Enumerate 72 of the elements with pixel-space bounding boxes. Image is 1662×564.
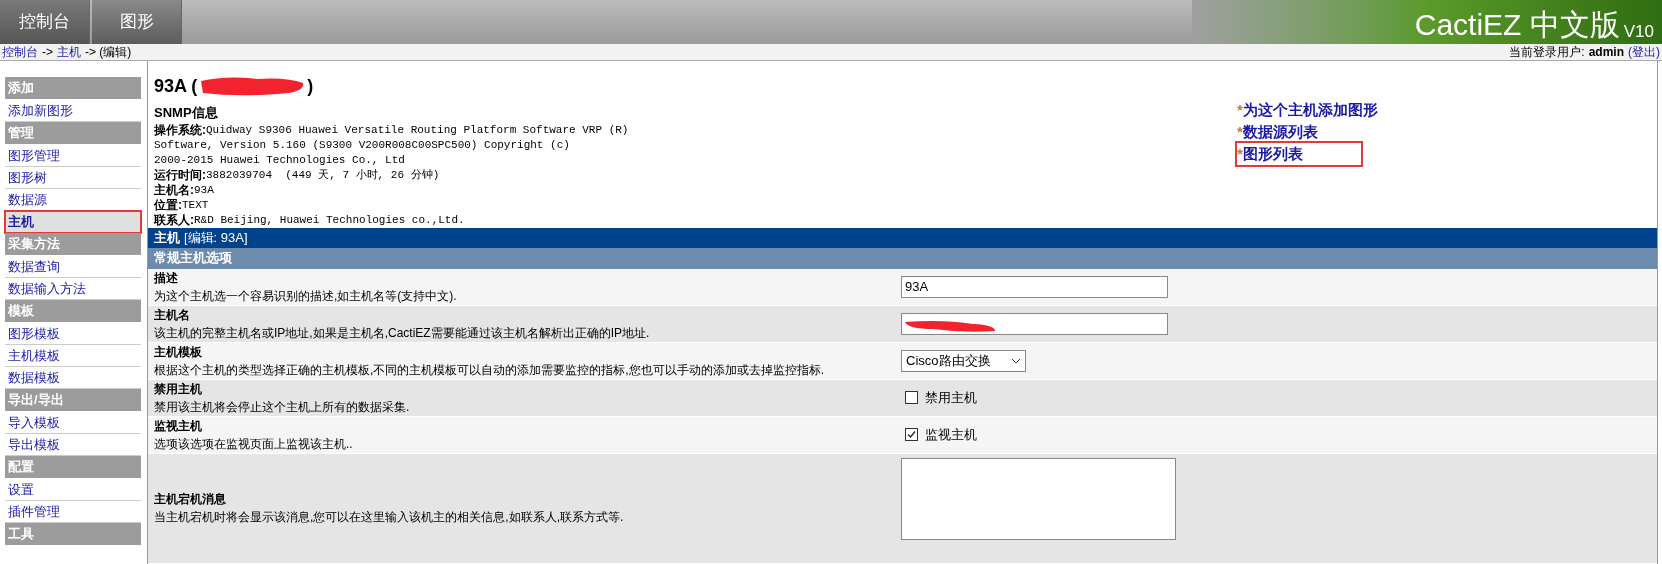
login-label: 当前登录用户: [1509,44,1585,61]
snmp-label: 运行时间: [154,167,206,183]
breadcrumb-separator: -> (编辑) [85,44,132,61]
sidebar-item[interactable]: 图形树 [5,167,141,189]
login-user: admin [1588,44,1624,61]
sidebar-header: 模板 [5,300,141,322]
chevron-down-icon [1011,357,1021,364]
breadcrumb-link[interactable]: 主机 [57,43,81,61]
field-help: 根据这个主机的类型选择正确的主机模板,不同的主机模板可以自动的添加需要监控的指标,您也可以手动的添加或去掉监控指标. [154,361,825,379]
sidebar-header: 配置 [5,456,141,478]
breadcrumb-separator: -> [42,44,53,61]
sidebar-header: 采集方法 [5,233,141,255]
form-title: 主机 [154,228,180,247]
snmp-value: R&D Beijing, Huawei Technologies co.,Ltd. [194,212,465,228]
field-label: 描述 [154,269,179,287]
form-title-note: [编辑: 93A] [184,228,248,247]
star-mark: * [1237,99,1243,120]
snmp-value: Software, Version 5.160 (S9300 V200R008C00SPC500) Copyright (c) [154,137,570,153]
field-label: 禁用主机 [154,380,203,398]
checkbox-label: 监视主机 [925,426,977,445]
snmp-heading: SNMP信息 [154,104,219,122]
snmp-value: 2000-2015 Huawei Technologies Co., Ltd [154,152,405,168]
text-field[interactable] [901,312,1168,335]
field-value: 93A [905,278,929,297]
snmp-label: 操作系统: [154,122,206,138]
sidebar-item[interactable]: 主机模板 [5,345,141,367]
sidebar-header: 导出/导出 [5,389,141,411]
sidebar-item[interactable]: 数据查询 [5,256,141,278]
sidebar-item[interactable]: 图形管理 [5,145,141,167]
field-label: 主机名 [154,306,191,324]
logo-text: CactiEZ 中文版 [1414,10,1620,40]
logout-link[interactable]: (登出) [1628,43,1660,61]
sidebar-header: 管理 [5,122,141,144]
checkbox[interactable] [905,391,918,405]
sidebar-item[interactable]: 导入模板 [5,412,141,434]
star-mark: * [1237,121,1243,142]
field-label: 主机宕机消息 [154,491,227,509]
snmp-value: Quidway S9306 Huawei Versatile Routing Platform Software VRP (R) [206,122,629,138]
sidebar-item[interactable]: 设置 [5,479,141,501]
quick-link[interactable]: 图形列表 [1242,142,1303,166]
message-textarea[interactable] [901,457,1176,540]
snmp-label: 联系人: [154,212,194,228]
sidebar-item[interactable]: 图形模板 [5,323,141,345]
sidebar-item[interactable]: 主机 [5,211,141,233]
section-header: 常规主机选项 [148,247,1657,269]
checkbox-label: 禁用主机 [925,389,977,408]
host-title: 93A ( [154,74,198,98]
snmp-value: TEXT [182,197,209,213]
quick-link[interactable]: 数据源列表 [1242,120,1318,144]
field-help: 禁用该主机将会停止这个主机上所有的数据采集. [154,398,411,416]
field-help: 为这个主机选一个容易识别的描述,如主机名等(支持中文). [154,287,458,305]
field-help: 该主机的完整主机名或IP地址,如果是主机名,CactiEZ需要能通过该主机名解析出正确的IP地址. [154,324,651,342]
text-field[interactable]: 93A [901,275,1168,298]
breadcrumb-link[interactable]: 控制台 [2,43,38,61]
template-select[interactable]: Cisco路由交换 [901,349,1026,372]
field-help: 选项该选项在监视页面上监视该主机.. [154,435,354,453]
sidebar-header: 工具 [5,523,141,545]
checkbox[interactable] [905,428,918,442]
host-title-suffix: ) [307,74,314,98]
top-tab[interactable]: 控制台 [0,0,90,44]
sidebar-header: 添加 [5,77,141,99]
field-help: 当主机宕机时将会显示该消息,您可以在这里输入该机主的相关信息,如联系人,联系方式等. [154,509,625,527]
snmp-label: 位置: [154,197,182,213]
field-label: 监视主机 [154,417,203,435]
field-label: 主机模板 [154,343,203,361]
star-mark: * [1237,143,1243,164]
logo-version: V10 [1623,23,1654,40]
snmp-value: 93A [194,182,214,198]
snmp-label: 主机名: [154,182,194,198]
top-tab[interactable]: 图形 [92,0,182,44]
snmp-value: 3882039704 (449 天, 7 小时, 26 分钟) [206,167,440,183]
quick-link[interactable]: 为这个主机添加图形 [1242,98,1378,122]
